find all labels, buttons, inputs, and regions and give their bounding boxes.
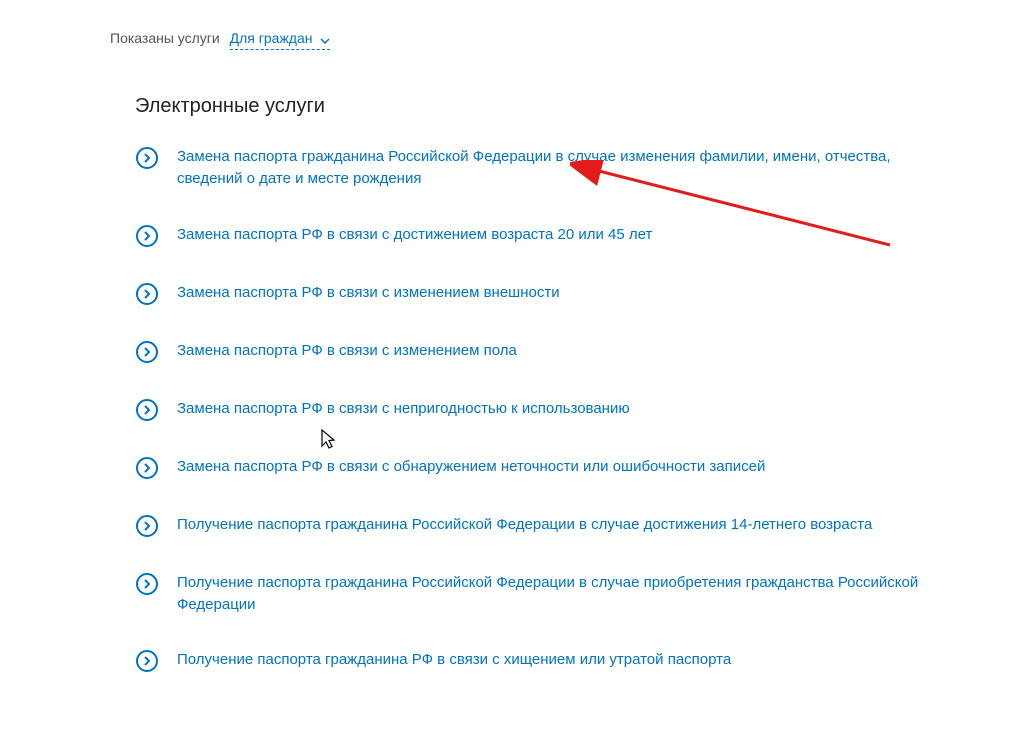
service-item-3[interactable]: Замена паспорта РФ в связи с изменением … — [135, 340, 1016, 364]
filter-row: Показаны услуги Для граждан — [110, 30, 1016, 47]
service-item-0[interactable]: Замена паспорта гражданина Российской Фе… — [135, 146, 1016, 190]
filter-selected-value: Для граждан — [230, 30, 313, 46]
chevron-right-circle-icon — [135, 456, 159, 480]
service-link-text: Замена паспорта РФ в связи с изменением … — [177, 282, 560, 304]
chevron-right-circle-icon — [135, 572, 159, 596]
service-item-1[interactable]: Замена паспорта РФ в связи с достижением… — [135, 224, 1016, 248]
service-item-4[interactable]: Замена паспорта РФ в связи с непригоднос… — [135, 398, 1016, 422]
service-item-6[interactable]: Получение паспорта гражданина Российской… — [135, 514, 1016, 538]
service-item-2[interactable]: Замена паспорта РФ в связи с изменением … — [135, 282, 1016, 306]
filter-dropdown[interactable]: Для граждан — [230, 30, 331, 50]
service-link-text: Замена паспорта РФ в связи с достижением… — [177, 224, 652, 246]
chevron-right-circle-icon — [135, 146, 159, 170]
filter-label: Показаны услуги — [110, 30, 220, 46]
service-link-text: Замена паспорта РФ в связи с обнаружение… — [177, 456, 765, 478]
section-heading: Электронные услуги — [135, 95, 1016, 118]
chevron-right-circle-icon — [135, 282, 159, 306]
service-item-8[interactable]: Получение паспорта гражданина РФ в связи… — [135, 649, 1016, 673]
chevron-right-circle-icon — [135, 514, 159, 538]
service-link-text: Получение паспорта гражданина РФ в связи… — [177, 649, 731, 671]
service-link-text: Получение паспорта гражданина Российской… — [177, 514, 872, 536]
service-link-text: Замена паспорта гражданина Российской Фе… — [177, 146, 957, 190]
chevron-right-circle-icon — [135, 224, 159, 248]
service-item-5[interactable]: Замена паспорта РФ в связи с обнаружение… — [135, 456, 1016, 480]
service-link-text: Замена паспорта РФ в связи с непригоднос… — [177, 398, 630, 420]
service-link-text: Замена паспорта РФ в связи с изменением … — [177, 340, 517, 362]
service-item-7[interactable]: Получение паспорта гражданина Российской… — [135, 572, 1016, 616]
chevron-right-circle-icon — [135, 398, 159, 422]
chevron-right-circle-icon — [135, 340, 159, 364]
chevron-right-circle-icon — [135, 649, 159, 673]
chevron-down-icon — [320, 31, 330, 47]
service-link-text: Получение паспорта гражданина Российской… — [177, 572, 957, 616]
services-list: Замена паспорта гражданина Российской Фе… — [135, 146, 1016, 673]
